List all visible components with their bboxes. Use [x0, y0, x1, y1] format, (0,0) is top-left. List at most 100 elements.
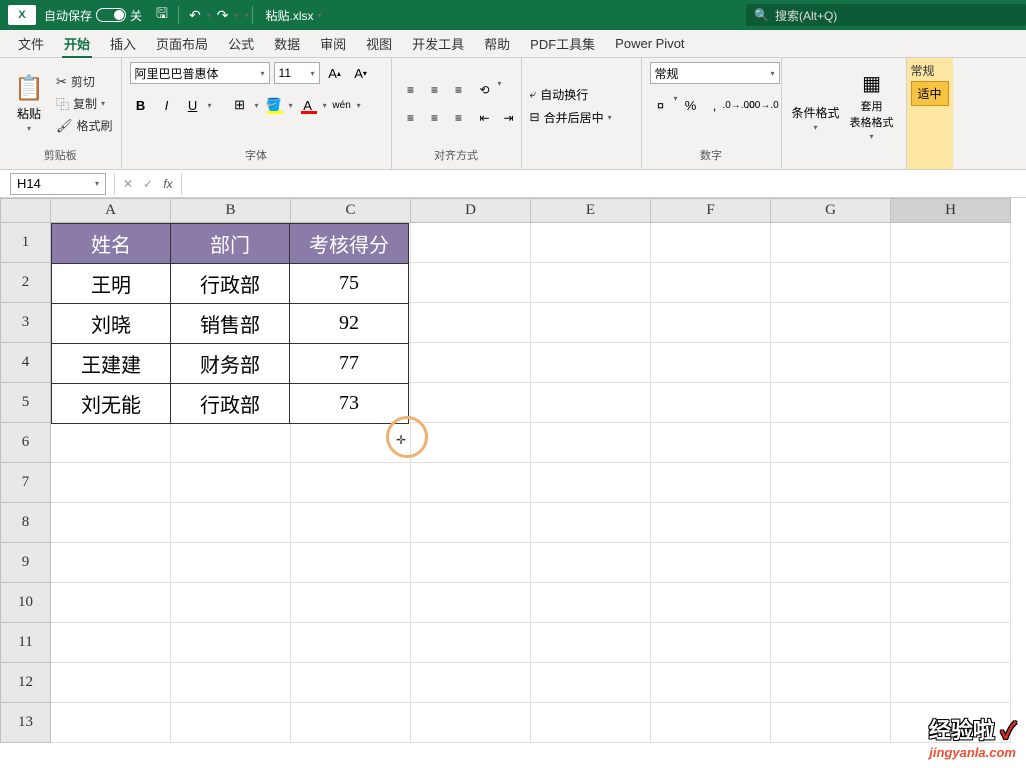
- cell-score[interactable]: 77: [290, 344, 409, 384]
- fill-color-button[interactable]: 🪣: [263, 94, 285, 116]
- menu-view[interactable]: 视图: [356, 30, 402, 57]
- cell[interactable]: [651, 223, 771, 263]
- cell[interactable]: [891, 663, 1011, 703]
- row-header[interactable]: 6: [1, 423, 51, 463]
- chevron-down-icon[interactable]: ▾: [255, 101, 259, 110]
- sheet-area[interactable]: ABCDEFGH12345678910111213 姓名 部门 考核得分 王明行…: [0, 198, 1026, 768]
- cell[interactable]: [171, 463, 291, 503]
- cell[interactable]: [531, 623, 651, 663]
- cell[interactable]: [51, 663, 171, 703]
- cell[interactable]: [411, 503, 531, 543]
- cell[interactable]: [291, 503, 411, 543]
- customize-qat-icon[interactable]: ▾: [244, 11, 248, 20]
- cell[interactable]: [891, 583, 1011, 623]
- column-header[interactable]: F: [651, 199, 771, 223]
- decrease-indent-button[interactable]: ⇤: [474, 107, 496, 129]
- header-dept[interactable]: 部门: [171, 224, 290, 264]
- cell[interactable]: [651, 703, 771, 743]
- cell[interactable]: [771, 263, 891, 303]
- row-header[interactable]: 7: [1, 463, 51, 503]
- confirm-icon[interactable]: ✓: [139, 177, 157, 191]
- cell[interactable]: [891, 503, 1011, 543]
- cell[interactable]: [171, 543, 291, 583]
- cell[interactable]: [771, 463, 891, 503]
- cell-name[interactable]: 刘无能: [52, 384, 171, 424]
- cell[interactable]: [411, 303, 531, 343]
- cell[interactable]: [531, 343, 651, 383]
- cell[interactable]: [51, 463, 171, 503]
- cell[interactable]: [51, 703, 171, 743]
- cut-button[interactable]: ✂剪切: [56, 73, 113, 90]
- cell[interactable]: [891, 343, 1011, 383]
- cell[interactable]: [891, 423, 1011, 463]
- cell[interactable]: [531, 503, 651, 543]
- cell[interactable]: [771, 383, 891, 423]
- row-header[interactable]: 13: [1, 703, 51, 743]
- cell[interactable]: [651, 623, 771, 663]
- cell[interactable]: [531, 423, 651, 463]
- row-header[interactable]: 11: [1, 623, 51, 663]
- cell[interactable]: [51, 623, 171, 663]
- cell[interactable]: [411, 623, 531, 663]
- cell[interactable]: [651, 543, 771, 583]
- cell-name[interactable]: 王建建: [52, 344, 171, 384]
- cell[interactable]: [291, 463, 411, 503]
- cell[interactable]: [171, 663, 291, 703]
- cancel-icon[interactable]: ✕: [119, 177, 137, 191]
- cell[interactable]: [531, 543, 651, 583]
- chevron-down-icon[interactable]: ▾: [498, 79, 502, 101]
- cell[interactable]: [891, 463, 1011, 503]
- align-left-button[interactable]: ≡: [400, 107, 422, 129]
- cell[interactable]: [51, 423, 171, 463]
- save-icon[interactable]: 🖫: [156, 3, 168, 27]
- cell[interactable]: [891, 383, 1011, 423]
- chevron-down-icon[interactable]: ▾: [323, 101, 327, 110]
- paste-button[interactable]: 📋 粘贴 ▾: [8, 74, 50, 133]
- cell[interactable]: [531, 703, 651, 743]
- cell[interactable]: [531, 303, 651, 343]
- cell[interactable]: [771, 543, 891, 583]
- align-bottom-button[interactable]: ≡: [448, 79, 470, 101]
- cell[interactable]: [651, 503, 771, 543]
- font-size-select[interactable]: 11▾: [274, 62, 320, 84]
- cell[interactable]: [651, 263, 771, 303]
- cell[interactable]: [531, 383, 651, 423]
- cell[interactable]: [771, 623, 891, 663]
- chevron-down-icon[interactable]: ▾: [357, 101, 361, 110]
- cell[interactable]: [771, 583, 891, 623]
- search-input[interactable]: 🔍 搜索(Alt+Q): [746, 4, 1026, 26]
- decrease-font-button[interactable]: A▾: [350, 62, 372, 84]
- column-header[interactable]: H: [891, 199, 1011, 223]
- cell[interactable]: [411, 263, 531, 303]
- cell[interactable]: [771, 223, 891, 263]
- menu-review[interactable]: 审阅: [310, 30, 356, 57]
- cell[interactable]: [531, 583, 651, 623]
- menu-help[interactable]: 帮助: [474, 30, 520, 57]
- cell[interactable]: [651, 663, 771, 703]
- bold-button[interactable]: B: [130, 94, 152, 116]
- row-header[interactable]: 12: [1, 663, 51, 703]
- undo-icon[interactable]: ↶: [189, 7, 201, 24]
- cell[interactable]: [651, 303, 771, 343]
- align-center-button[interactable]: ≡: [424, 107, 446, 129]
- cell[interactable]: [51, 543, 171, 583]
- cell[interactable]: [291, 663, 411, 703]
- cell[interactable]: [531, 223, 651, 263]
- chevron-down-icon[interactable]: ▾: [289, 101, 293, 110]
- italic-button[interactable]: I: [156, 94, 178, 116]
- cell[interactable]: [891, 623, 1011, 663]
- phonetic-button[interactable]: wén: [331, 94, 353, 116]
- cell[interactable]: [411, 663, 531, 703]
- cell[interactable]: [291, 423, 411, 463]
- menu-file[interactable]: 文件: [8, 30, 54, 57]
- cell[interactable]: [771, 503, 891, 543]
- merge-center-button[interactable]: ⊟合并后居中▾: [530, 109, 612, 126]
- menu-formulas[interactable]: 公式: [218, 30, 264, 57]
- format-painter-button[interactable]: 🖌格式刷: [56, 117, 113, 134]
- cell[interactable]: [531, 263, 651, 303]
- cell[interactable]: [891, 223, 1011, 263]
- cell[interactable]: [411, 463, 531, 503]
- border-button[interactable]: ⊞: [229, 94, 251, 116]
- cell[interactable]: [771, 663, 891, 703]
- cell[interactable]: [411, 703, 531, 743]
